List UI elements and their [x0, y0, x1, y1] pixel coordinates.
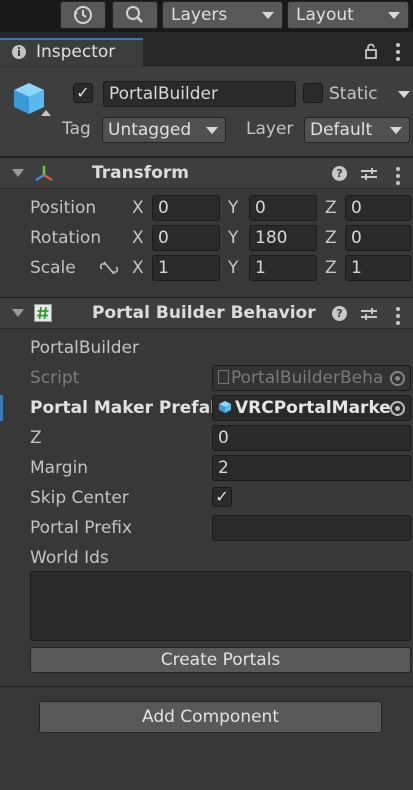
- object-label: PortalBuilder: [30, 338, 139, 358]
- transform-body: Position X 0 Y 0 Z 0 Rotation X 0 Y 180 …: [0, 189, 413, 297]
- script-file-icon: [218, 370, 229, 384]
- script-value: PortalBuilderBeha: [231, 368, 384, 388]
- script-field: PortalBuilderBeha: [212, 365, 411, 391]
- behavior-title: Portal Builder Behavior (S: [92, 303, 322, 323]
- layers-dropdown[interactable]: Layers: [162, 1, 283, 29]
- tab-bar: Inspector: [0, 32, 413, 66]
- behavior-body: PortalBuilder Script PortalBuilderBeha P…: [0, 329, 413, 685]
- world-ids-textarea[interactable]: [30, 571, 411, 641]
- chevron-down-icon: [390, 127, 402, 134]
- rotation-y-field[interactable]: 180: [249, 225, 317, 251]
- history-button[interactable]: [60, 1, 106, 29]
- rotation-x-field[interactable]: 0: [152, 225, 220, 251]
- z-field[interactable]: 0: [212, 425, 411, 451]
- tab-inspector-label: Inspector: [36, 42, 116, 62]
- menu-dots-icon[interactable]: [396, 43, 400, 64]
- portal-prefix-label: Portal Prefix: [30, 518, 133, 538]
- object-picker-icon: [390, 371, 405, 386]
- scale-y-field[interactable]: 1: [249, 255, 317, 281]
- position-x-field[interactable]: 0: [152, 195, 220, 221]
- margin-field[interactable]: 2: [212, 455, 411, 481]
- chevron-down-icon: [262, 12, 274, 19]
- position-y-field[interactable]: 0: [249, 195, 317, 221]
- layers-label: Layers: [171, 5, 228, 25]
- checkmark-icon: ✓: [215, 487, 229, 506]
- divider: [0, 686, 413, 687]
- axis-z-label[interactable]: Z: [325, 255, 337, 281]
- layer-dropdown[interactable]: Default: [304, 117, 410, 143]
- object-name-field[interactable]: PortalBuilder: [103, 81, 296, 107]
- skip-center-checkbox[interactable]: ✓: [212, 487, 232, 507]
- layout-label: Layout: [296, 5, 354, 25]
- script-hash-icon: [34, 304, 52, 322]
- prefab-value: VRCPortalMarke: [235, 398, 391, 418]
- prefab-field[interactable]: VRCPortalMarke: [212, 395, 411, 421]
- axis-x-label[interactable]: X: [132, 255, 144, 281]
- scale-z-field[interactable]: 1: [345, 255, 411, 281]
- chevron-down-icon: [388, 12, 400, 19]
- tag-label: Tag: [62, 119, 91, 139]
- behavior-header[interactable]: Portal Builder Behavior (S ?: [0, 297, 413, 329]
- presets-icon[interactable]: [361, 307, 377, 321]
- axis-z-label[interactable]: Z: [325, 225, 337, 251]
- rotation-z-field[interactable]: 0: [345, 225, 411, 251]
- search-button[interactable]: [112, 1, 158, 29]
- tag-dropdown[interactable]: Untagged: [102, 117, 226, 143]
- create-portals-button[interactable]: Create Portals: [30, 647, 411, 673]
- transform-icon: [35, 166, 53, 182]
- search-icon: [126, 6, 143, 23]
- axis-x-label[interactable]: X: [132, 195, 144, 221]
- layer-label: Layer: [246, 119, 294, 139]
- position-label: Position: [30, 198, 97, 218]
- static-dropdown-icon[interactable]: [398, 91, 410, 98]
- foldout-arrow-icon[interactable]: [12, 169, 24, 177]
- axis-y-label[interactable]: Y: [228, 255, 238, 281]
- gameobject-header: ✓ PortalBuilder Static Tag Untagged Laye…: [0, 67, 413, 157]
- scale-x-field[interactable]: 1: [152, 255, 220, 281]
- world-ids-label: World Ids: [30, 548, 109, 568]
- axis-y-label[interactable]: Y: [228, 225, 238, 251]
- link-scale-icon[interactable]: [98, 260, 120, 276]
- layout-dropdown[interactable]: Layout: [287, 1, 409, 29]
- layer-value: Default: [310, 120, 373, 140]
- presets-icon[interactable]: [361, 167, 377, 181]
- rotation-label: Rotation: [30, 228, 102, 248]
- axis-x-label[interactable]: X: [132, 225, 144, 251]
- modified-indicator: [0, 395, 3, 421]
- tab-inspector[interactable]: Inspector: [0, 38, 143, 66]
- foldout-arrow-icon[interactable]: [12, 309, 24, 317]
- object-picker-icon[interactable]: [390, 401, 405, 416]
- script-label: Script: [30, 368, 80, 388]
- axis-z-label[interactable]: Z: [325, 195, 337, 221]
- tag-value: Untagged: [108, 120, 192, 140]
- help-icon[interactable]: ?: [332, 306, 347, 321]
- axis-y-label[interactable]: Y: [228, 195, 238, 221]
- history-icon: [74, 6, 92, 24]
- cube-icon[interactable]: [10, 81, 54, 121]
- menu-dots-icon[interactable]: [396, 167, 400, 188]
- active-checkbox[interactable]: ✓: [73, 83, 93, 103]
- menu-dots-icon[interactable]: [396, 307, 400, 328]
- chevron-down-icon: [206, 127, 218, 134]
- transform-header[interactable]: Transform ?: [0, 157, 413, 189]
- static-checkbox[interactable]: [303, 83, 323, 103]
- position-z-field[interactable]: 0: [345, 195, 411, 221]
- info-icon: [12, 45, 26, 59]
- portal-prefix-field[interactable]: [212, 515, 411, 541]
- lock-icon[interactable]: [363, 43, 379, 59]
- top-toolbar: Layers Layout: [0, 0, 413, 32]
- cube-icon: [219, 401, 231, 413]
- transform-title: Transform: [92, 163, 189, 183]
- scale-label: Scale: [30, 258, 76, 278]
- add-component-button[interactable]: Add Component: [39, 701, 382, 733]
- prefab-label: Portal Maker Prefal: [30, 398, 217, 418]
- margin-label: Margin: [30, 458, 89, 478]
- checkmark-icon: ✓: [76, 83, 90, 102]
- static-label: Static: [329, 84, 378, 104]
- skip-center-label: Skip Center: [30, 488, 129, 508]
- z-label: Z: [30, 428, 42, 448]
- help-icon[interactable]: ?: [332, 166, 347, 181]
